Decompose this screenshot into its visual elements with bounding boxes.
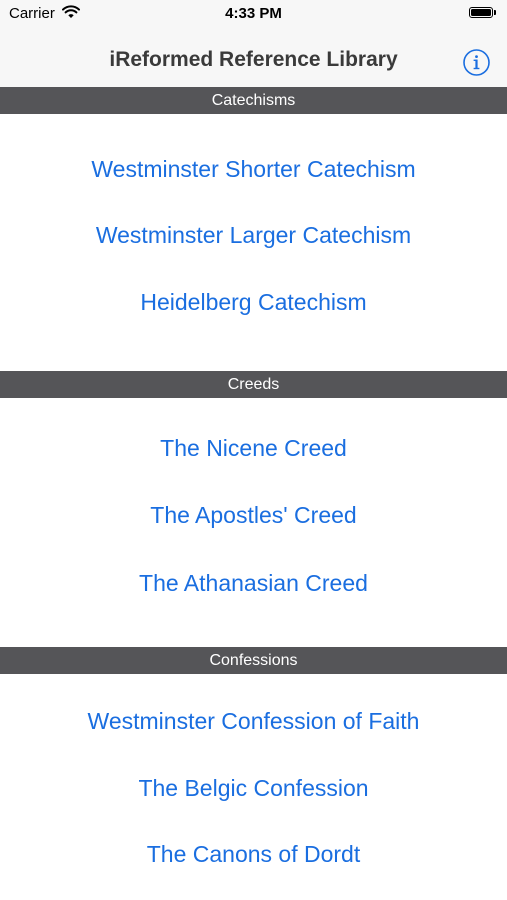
status-bar: Carrier 4:33 PM: [0, 0, 507, 28]
navigation-bar: iReformed Reference Library: [0, 28, 507, 87]
link-heidelberg-catechism[interactable]: Heidelberg Catechism: [0, 287, 507, 317]
battery-icon: [469, 7, 493, 18]
section-header-confessions: Confessions: [0, 647, 507, 674]
link-westminster-confession-of-faith[interactable]: Westminster Confession of Faith: [0, 706, 507, 736]
link-westminster-larger-catechism[interactable]: Westminster Larger Catechism: [0, 220, 507, 250]
link-canons-of-dordt[interactable]: The Canons of Dordt: [0, 839, 507, 869]
section-header-catechisms: Catechisms: [0, 87, 507, 114]
info-icon[interactable]: [462, 48, 491, 77]
page-title: iReformed Reference Library: [109, 48, 398, 71]
link-belgic-confession[interactable]: The Belgic Confession: [0, 773, 507, 803]
link-nicene-creed[interactable]: The Nicene Creed: [0, 433, 507, 463]
link-athanasian-creed[interactable]: The Athanasian Creed: [0, 568, 507, 598]
battery-tip: [494, 10, 496, 15]
link-apostles-creed[interactable]: The Apostles' Creed: [0, 500, 507, 530]
section-header-creeds: Creeds: [0, 371, 507, 398]
link-westminster-shorter-catechism[interactable]: Westminster Shorter Catechism: [0, 154, 507, 184]
status-time: 4:33 PM: [225, 5, 282, 22]
